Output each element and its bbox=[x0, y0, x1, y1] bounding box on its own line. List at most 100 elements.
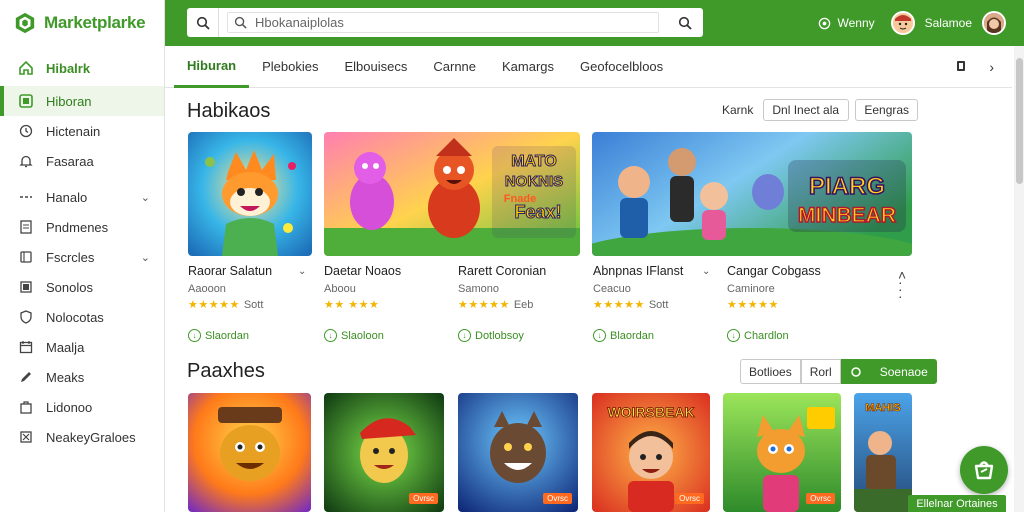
app-publisher: Ceacuo bbox=[593, 283, 631, 295]
download-label: Chardlon bbox=[744, 329, 789, 342]
sidebar-item-label: Fasaraa bbox=[46, 153, 94, 169]
sidebar-item-notifications[interactable]: Fasaraa bbox=[0, 146, 164, 176]
tab-3[interactable]: Elbouisecs bbox=[332, 46, 421, 88]
sidebar-item-label: Lidonoo bbox=[46, 399, 93, 415]
refresh-icon[interactable] bbox=[840, 359, 871, 384]
search-field bbox=[227, 12, 659, 33]
sidebar-item-extensions[interactable]: NeakeyGraloes bbox=[0, 422, 164, 452]
toggle-button[interactable]: Botlioes bbox=[740, 359, 801, 384]
sidebar-item-documents[interactable]: Pndmenes bbox=[0, 212, 164, 242]
app-title[interactable]: Abnpnas IFlanst bbox=[593, 264, 683, 278]
sidebar-item-label: Hiboran bbox=[46, 93, 92, 109]
chevron-right-icon[interactable]: › bbox=[989, 59, 994, 75]
section-title: Habikaos bbox=[187, 100, 271, 122]
download-icon: ↓ bbox=[188, 329, 201, 342]
floating-action-button[interactable] bbox=[960, 446, 1008, 494]
download-label: Slaoloon bbox=[341, 329, 384, 342]
toggle-button[interactable]: Soenaoe bbox=[870, 359, 937, 384]
pen-icon bbox=[18, 369, 34, 385]
document-icon bbox=[18, 219, 34, 235]
sidebar-item-security[interactable]: Nolocotas bbox=[0, 302, 164, 332]
bell-icon bbox=[18, 153, 34, 169]
sidebar-item-label: Sonolos bbox=[46, 279, 93, 295]
download-button[interactable]: ↓ Slaordan bbox=[188, 329, 249, 342]
fab-label[interactable]: Ellelnar Ortaines bbox=[908, 495, 1006, 512]
sidebar-item-tags[interactable]: Fscrcles ⌄ bbox=[0, 242, 164, 272]
app-publisher: Aaooon bbox=[188, 283, 226, 295]
download-button[interactable]: ↓ Blaordan bbox=[593, 329, 654, 342]
app-tile[interactable]: MAHIS bbox=[854, 393, 912, 512]
sidebar-item-calendar[interactable]: Maalja bbox=[0, 332, 164, 362]
filter-select[interactable]: Dnl Inect ala bbox=[763, 99, 850, 121]
tab-5[interactable]: Kamargs bbox=[489, 46, 567, 88]
app-tile[interactable]: Ovrsc bbox=[324, 393, 444, 512]
search-icon bbox=[234, 16, 247, 29]
search-icon[interactable] bbox=[187, 8, 219, 37]
account-menu[interactable]: Wenny bbox=[818, 16, 875, 30]
clock-icon bbox=[18, 123, 34, 139]
app-tile[interactable]: WOIRSBEAK Ovrsc bbox=[592, 393, 710, 512]
sidebar-item-label: Nolocotas bbox=[46, 309, 104, 325]
download-icon: ↓ bbox=[458, 329, 471, 342]
scrollbar-thumb[interactable] bbox=[1016, 58, 1023, 184]
toggle-button[interactable]: Rorl bbox=[800, 359, 841, 384]
rating-stars: ★★★★★ bbox=[727, 299, 779, 311]
app-thumbnail[interactable] bbox=[188, 132, 312, 256]
more-options-icon[interactable]: ˄ · · · bbox=[898, 268, 906, 303]
logo[interactable]: Marketplarke bbox=[0, 0, 164, 46]
app-tile[interactable] bbox=[188, 393, 311, 512]
tab-actions: › bbox=[955, 46, 994, 88]
chevron-down-icon[interactable]: ⌄ bbox=[141, 191, 150, 204]
sidebar-item-folders[interactable]: Sonolos bbox=[0, 272, 164, 302]
top-bar: Wenny Salamoe bbox=[165, 0, 1024, 46]
sidebar-item-entertainment[interactable]: Hiboran bbox=[0, 86, 164, 116]
copy-icon[interactable] bbox=[955, 59, 967, 75]
download-button[interactable]: ↓ Dotlobsoy bbox=[458, 329, 524, 342]
app-thumbnail[interactable]: MATO NOKNIS Feax! Fnade bbox=[324, 132, 580, 256]
chevron-down-icon[interactable]: ⌄ bbox=[702, 266, 710, 277]
filter-label: Karnk bbox=[722, 103, 754, 117]
shield-icon bbox=[18, 309, 34, 325]
tab-4[interactable]: Carnne bbox=[420, 46, 489, 88]
chevron-down-icon[interactable]: ⌄ bbox=[141, 251, 150, 264]
chevron-down-icon[interactable]: ⌄ bbox=[298, 266, 306, 277]
home-icon bbox=[18, 60, 34, 76]
rating-stars: ★★ ★★★ bbox=[324, 299, 380, 311]
sidebar-item-recent[interactable]: Hictenain bbox=[0, 116, 164, 146]
section-filters: Karnk Dnl Inect ala Eengras bbox=[722, 99, 919, 121]
avatar-icon[interactable] bbox=[890, 11, 915, 35]
app-publisher: Aboou bbox=[324, 283, 356, 295]
app-title[interactable]: Cangar Cobgass bbox=[727, 264, 821, 278]
filter-button[interactable]: Eengras bbox=[855, 99, 919, 121]
download-icon: ↓ bbox=[324, 329, 337, 342]
app-title[interactable]: Rarett Coronian bbox=[458, 264, 546, 278]
download-button[interactable]: ↓ Slaoloon bbox=[324, 329, 384, 342]
category-tabs: Hiburan Plebokies Elbouisecs Carnne Kama… bbox=[165, 46, 1012, 88]
profile-avatar[interactable] bbox=[982, 11, 1006, 35]
folder-icon bbox=[18, 279, 34, 295]
account-name: Wenny bbox=[837, 16, 875, 30]
top-right-controls: Wenny Salamoe bbox=[818, 0, 1006, 46]
tag-icon bbox=[18, 249, 34, 265]
sidebar-item-label: NeakeyGraloes bbox=[46, 429, 136, 445]
grid-icon bbox=[18, 93, 34, 109]
art-headline: NOKNIS bbox=[505, 173, 563, 190]
sidebar-item-edit[interactable]: Meaks bbox=[0, 362, 164, 392]
sidebar: Marketplarke Hibalrk Hiboran Hictenain F… bbox=[0, 0, 165, 512]
download-button[interactable]: ↓ Chardlon bbox=[727, 329, 789, 342]
search-submit-button[interactable] bbox=[667, 8, 703, 37]
app-thumbnail[interactable]: PIARG MINBEAR bbox=[592, 132, 912, 256]
sidebar-item-home[interactable]: Hibalrk bbox=[0, 50, 164, 86]
sidebar-item-categories[interactable]: Hanalo ⌄ bbox=[0, 182, 164, 212]
logo-icon bbox=[15, 12, 35, 34]
app-title[interactable]: Daetar Noaos bbox=[324, 264, 401, 278]
sidebar-item-library[interactable]: Lidonoo bbox=[0, 392, 164, 422]
search-input[interactable] bbox=[255, 15, 635, 30]
tab-entertainment[interactable]: Hiburan bbox=[174, 46, 250, 88]
tab-6[interactable]: Geofocelbloos bbox=[567, 46, 676, 88]
app-title[interactable]: Raorar Salatun bbox=[188, 264, 272, 278]
app-tile[interactable]: Ovrsc bbox=[458, 393, 578, 512]
tab-2[interactable]: Plebokies bbox=[249, 46, 331, 88]
profile-name[interactable]: Salamoe bbox=[925, 16, 972, 30]
app-tile[interactable]: Ovrsc bbox=[723, 393, 841, 512]
